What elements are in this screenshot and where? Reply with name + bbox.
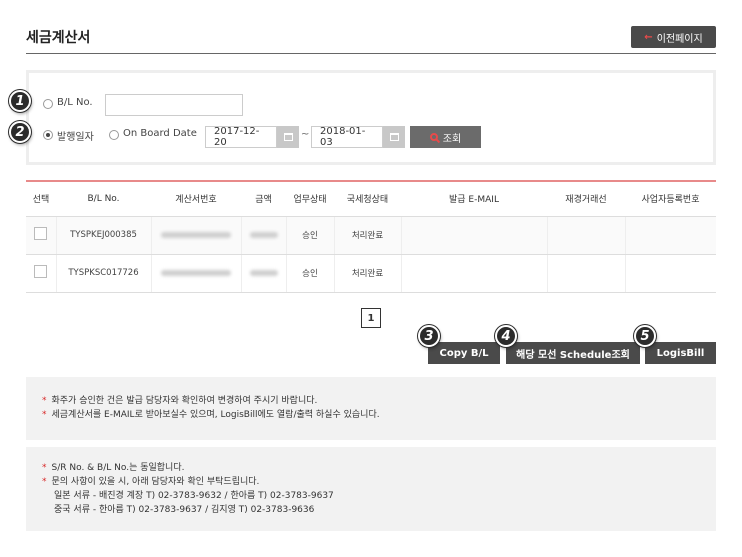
page-number-button[interactable]: 1: [361, 308, 381, 328]
date-from-calendar-button[interactable]: [277, 126, 299, 148]
logisbill-button[interactable]: LogisBill: [645, 342, 716, 364]
calendar-icon: [283, 133, 293, 141]
table-row[interactable]: TYSPKSC017726 승인 처리완료: [26, 254, 716, 293]
redacted-invoice-no: [161, 231, 231, 238]
vessel-schedule-button[interactable]: 해당 모선 Schedule조회: [506, 342, 640, 364]
work-status-cell: 승인: [286, 254, 335, 293]
search-icon: [429, 133, 438, 141]
select-cell: [26, 254, 57, 293]
contact-line: 중국 서류 - 한아름 T) 02-3783-9637 / 김지영 T) 02-…: [54, 505, 315, 515]
issue-date-label: 발행일자: [57, 132, 94, 143]
bl-no-label: B/L No.: [57, 97, 93, 108]
notice-line: * 문의 사항이 있을 시, 아래 담당자와 확인 부탁드립니다.: [42, 475, 700, 489]
date-range-separator: ~: [301, 129, 310, 140]
marker-5: 5: [634, 325, 656, 347]
notice-box-2: * S/R No. & B/L No.는 동일합니다. * 문의 사항이 있을 시,…: [26, 447, 716, 531]
column-header: 국세청상태: [334, 181, 401, 217]
invoice-no-cell: [151, 254, 242, 293]
email-cell: [401, 216, 548, 255]
table-header-row: 선택 B/L No. 계산서번호 금액 업무상태 국세청상태 발급 E-MAIL…: [26, 181, 716, 217]
partner-cell: [547, 216, 626, 255]
column-header: 선택: [26, 181, 56, 217]
notice-text: 문의 사항이 있을 시, 아래 담당자와 확인 부탁드립니다.: [51, 477, 260, 487]
asterisk-icon: *: [42, 477, 47, 487]
column-header: 사업자등록번호: [625, 181, 716, 217]
copy-bl-button[interactable]: Copy B/L: [428, 342, 500, 364]
work-status-cell: 승인: [286, 216, 335, 255]
search-button[interactable]: 조회: [410, 126, 481, 148]
contact-line: 일본 서류 - 배진경 계장 T) 02-3783-9632 / 한아름 T) …: [54, 491, 334, 501]
table-row[interactable]: TYSPKEJ000385 승인 처리완료: [26, 216, 716, 255]
asterisk-icon: *: [42, 410, 47, 420]
redacted-invoice-no: [161, 269, 231, 276]
asterisk-icon: *: [42, 396, 47, 406]
nts-status-cell: 처리완료: [334, 254, 402, 293]
row-checkbox[interactable]: [34, 227, 48, 240]
nts-status-cell: 처리완료: [334, 216, 402, 255]
biz-no-cell: [625, 254, 716, 293]
back-arrow-icon: ←: [644, 31, 653, 43]
redacted-amount: [249, 231, 278, 238]
invoice-no-cell: [151, 216, 242, 255]
column-header: 계산서번호: [151, 181, 241, 217]
search-panel: [26, 70, 716, 165]
date-from-input[interactable]: 2017-12-20: [205, 126, 277, 148]
biz-no-cell: [625, 216, 716, 255]
column-header: 금액: [241, 181, 286, 217]
partner-cell: [547, 254, 626, 293]
bl-no-radio[interactable]: [43, 99, 53, 109]
notice-text: 세금계산서를 E-MAIL로 받아보실수 있으며, LogisBill에도 열람…: [51, 410, 380, 420]
asterisk-icon: *: [42, 463, 47, 473]
bl-no-input[interactable]: [105, 94, 243, 116]
marker-4: 4: [495, 325, 517, 347]
invoice-table: 선택 B/L No. 계산서번호 금액 업무상태 국세청상태 발급 E-MAIL…: [26, 180, 716, 293]
issue-date-radio[interactable]: [43, 130, 53, 140]
notice-line: * 세금계산서를 E-MAIL로 받아보실수 있으며, LogisBill에도 열…: [42, 408, 700, 422]
row-checkbox[interactable]: [34, 265, 48, 278]
column-header: B/L No.: [56, 181, 151, 217]
column-header: 재경거래선: [547, 181, 625, 217]
notice-box-1: * 화주가 승인한 건은 발급 담당자와 확인하여 변경하여 주시기 바랍니다. …: [26, 377, 716, 440]
marker-1: 1: [9, 90, 31, 112]
notice-text: S/R No. & B/L No.는 동일합니다.: [51, 463, 185, 473]
notice-text: 화주가 승인한 건은 발급 담당자와 확인하여 변경하여 주시기 바랍니다.: [51, 396, 318, 406]
previous-page-button[interactable]: ← 이전페이지: [631, 26, 716, 48]
column-header: 발급 E-MAIL: [401, 181, 547, 217]
select-cell: [26, 216, 57, 255]
date-to-calendar-button[interactable]: [383, 126, 405, 148]
calendar-icon: [389, 133, 399, 141]
date-to-input[interactable]: 2018-01-03: [311, 126, 383, 148]
title-divider: [26, 53, 716, 54]
search-button-label: 조회: [442, 133, 462, 145]
bl-no-cell: TYSPKEJ000385: [56, 216, 152, 255]
amount-cell: [241, 216, 287, 255]
page-title: 세금계산서: [26, 30, 91, 46]
amount-cell: [241, 254, 287, 293]
bl-no-cell: TYSPKSC017726: [56, 254, 152, 293]
onboard-date-label: On Board Date: [123, 128, 197, 139]
redacted-amount: [249, 269, 278, 276]
marker-3: 3: [418, 325, 440, 347]
notice-line: * 화주가 승인한 건은 발급 담당자와 확인하여 변경하여 주시기 바랍니다.: [42, 394, 700, 408]
previous-page-label: 이전페이지: [656, 33, 703, 45]
email-cell: [401, 254, 548, 293]
marker-2: 2: [9, 121, 31, 143]
column-header: 업무상태: [286, 181, 334, 217]
onboard-date-radio[interactable]: [109, 130, 119, 140]
notice-line: * S/R No. & B/L No.는 동일합니다.: [42, 461, 700, 475]
